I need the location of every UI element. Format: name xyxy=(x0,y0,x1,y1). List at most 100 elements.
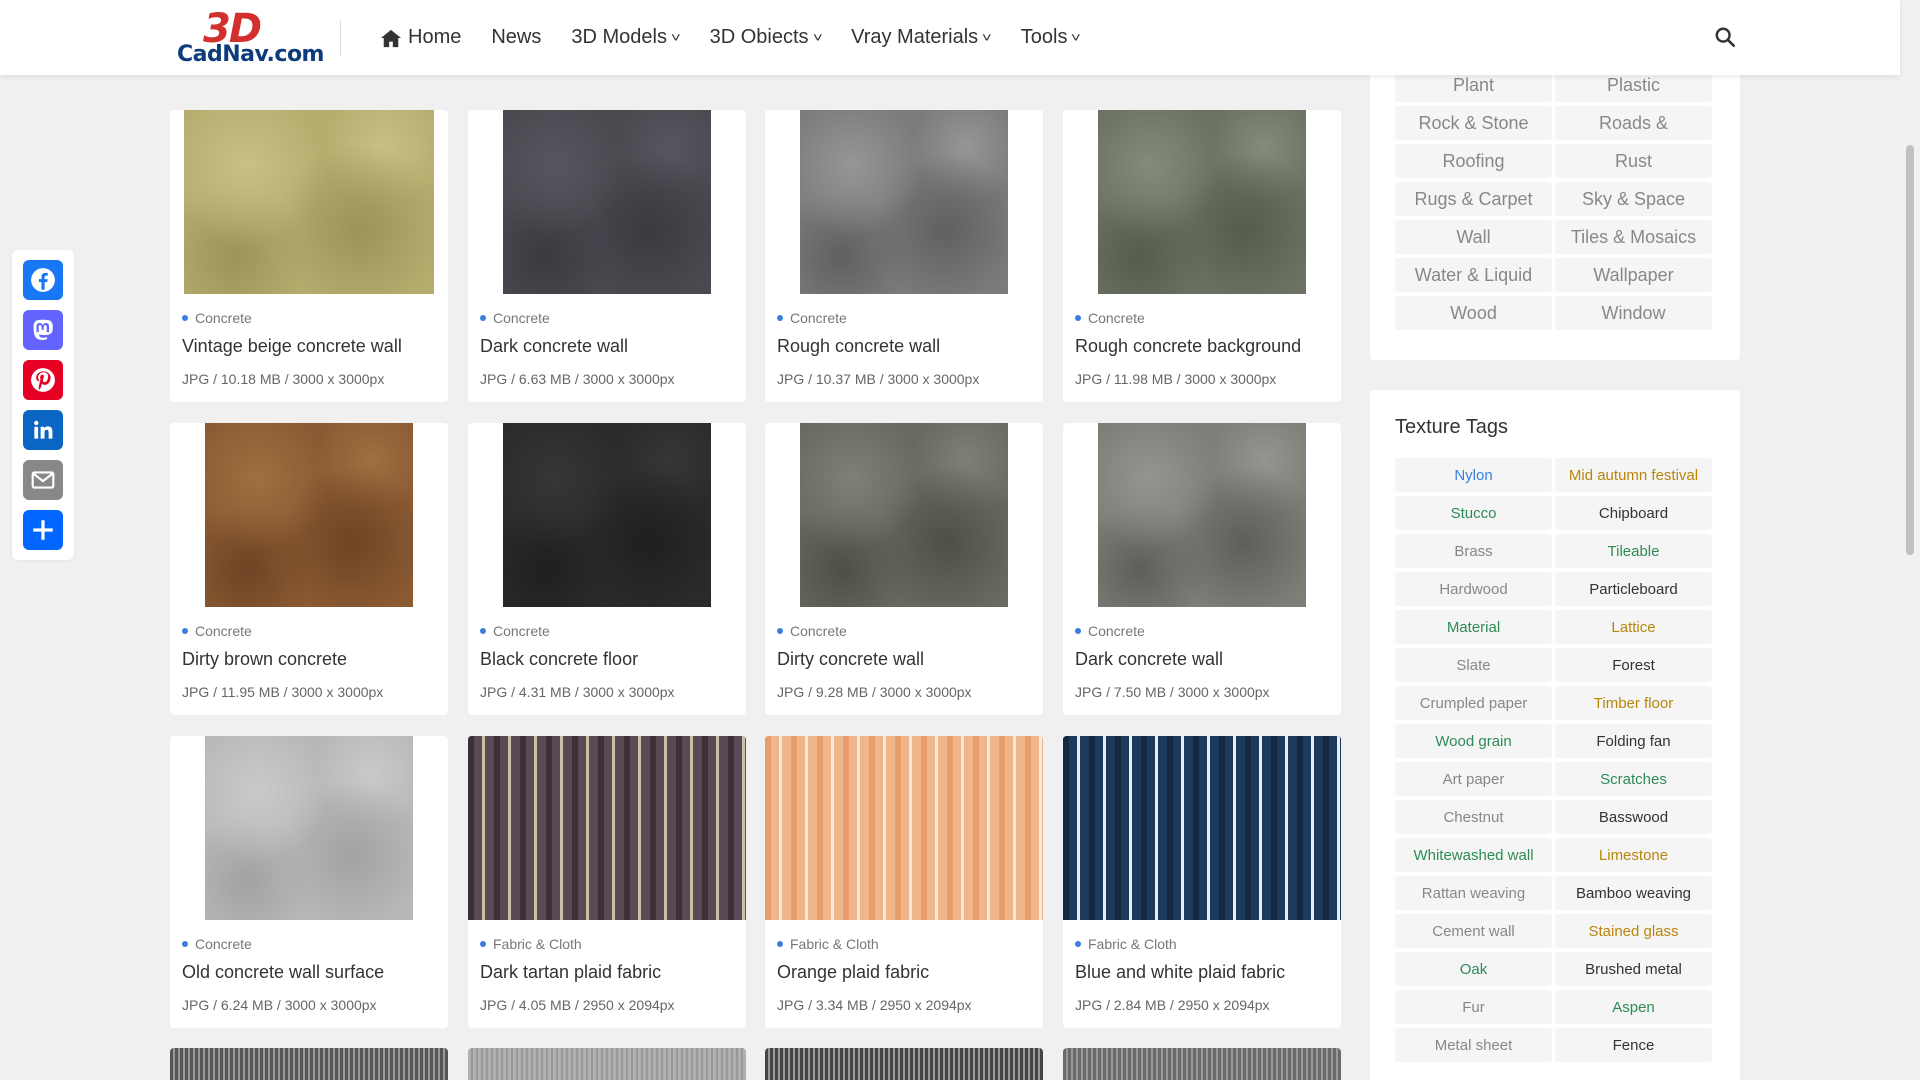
tag-material[interactable]: Material xyxy=(1395,610,1552,644)
texture-thumbnail[interactable] xyxy=(800,110,1008,294)
nav-item-vray-materials[interactable]: Vray Materials ˅ xyxy=(851,26,992,49)
share-share-button[interactable] xyxy=(23,510,63,550)
tag-whitewashed-wall[interactable]: Whitewashed wall xyxy=(1395,838,1552,872)
card-title[interactable]: Dark concrete wall xyxy=(1075,649,1223,670)
card-title[interactable]: Rough concrete wall xyxy=(777,336,940,357)
share-facebook-button[interactable] xyxy=(23,260,63,300)
nav-item-3d-obiects[interactable]: 3D Obiects ˅ xyxy=(710,26,823,49)
tag-aspen[interactable]: Aspen xyxy=(1555,990,1712,1024)
card-title[interactable]: Orange plaid fabric xyxy=(777,962,929,983)
tag-nylon[interactable]: Nylon xyxy=(1395,458,1552,492)
texture-card[interactable]: Concrete Dirty concrete wall JPG / 9.28 MB… xyxy=(765,423,1043,715)
texture-card[interactable]: Concrete Rough concrete wall JPG / 10.37 M… xyxy=(765,110,1043,402)
card-title[interactable]: Blue and white plaid fabric xyxy=(1075,962,1285,983)
tag-metal-sheet[interactable]: Metal sheet xyxy=(1395,1028,1552,1062)
tag-tileable[interactable]: Tileable xyxy=(1555,534,1712,568)
tag-chipboard[interactable]: Chipboard xyxy=(1555,496,1712,530)
share-pinterest-button[interactable] xyxy=(23,360,63,400)
texture-card[interactable]: Concrete Vintage beige concrete wall JPG /… xyxy=(170,110,448,402)
share-linkedin-button[interactable] xyxy=(23,410,63,450)
tag-art-paper[interactable]: Art paper xyxy=(1395,762,1552,796)
nav-item-tools[interactable]: Tools ˅ xyxy=(1021,26,1081,49)
tag-cement-wall[interactable]: Cement wall xyxy=(1395,914,1552,948)
card-category[interactable]: Concrete xyxy=(1075,623,1145,639)
texture-card[interactable]: Fabric & Cloth Dark tartan plaid fabric JP… xyxy=(468,736,746,1028)
card-category[interactable]: Concrete xyxy=(182,936,252,952)
card-category[interactable]: Concrete xyxy=(777,623,847,639)
card-category[interactable]: Concrete xyxy=(777,310,847,326)
tag-rattan-weaving[interactable]: Rattan weaving xyxy=(1395,876,1552,910)
card-title[interactable]: Dark tartan plaid fabric xyxy=(480,962,661,983)
texture-card[interactable]: Concrete Old concrete wall surface JPG / 6… xyxy=(170,736,448,1028)
card-title[interactable]: Dirty concrete wall xyxy=(777,649,924,670)
tag-oak[interactable]: Oak xyxy=(1395,952,1552,986)
category-wall[interactable]: Wall xyxy=(1395,220,1552,254)
category-wallpaper[interactable]: Wallpaper xyxy=(1555,258,1712,292)
tag-stucco[interactable]: Stucco xyxy=(1395,496,1552,530)
card-category[interactable]: Concrete xyxy=(480,623,550,639)
card-category[interactable]: Fabric & Cloth xyxy=(1075,936,1177,952)
tag-particleboard[interactable]: Particleboard xyxy=(1555,572,1712,606)
texture-card[interactable]: Concrete Dark concrete wall JPG / 6.63 MB … xyxy=(468,110,746,402)
tag-slate[interactable]: Slate xyxy=(1395,648,1552,682)
category-wood[interactable]: Wood xyxy=(1395,296,1552,330)
texture-card[interactable]: Concrete Black concrete floor JPG / 4.31 M… xyxy=(468,423,746,715)
texture-card-partial[interactable] xyxy=(1063,1048,1341,1080)
texture-card[interactable]: Concrete Dirty brown concrete JPG / 11.95 … xyxy=(170,423,448,715)
texture-thumbnail[interactable] xyxy=(503,110,711,294)
category-water-liquid[interactable]: Water & Liquid xyxy=(1395,258,1552,292)
card-category[interactable]: Concrete xyxy=(480,310,550,326)
tag-fur[interactable]: Fur xyxy=(1395,990,1552,1024)
nav-item-3d-models[interactable]: 3D Models ˅ xyxy=(571,26,680,49)
nav-item-home[interactable]: Home xyxy=(380,26,461,49)
category-window[interactable]: Window xyxy=(1555,296,1712,330)
texture-thumbnail[interactable] xyxy=(468,736,746,920)
tag-lattice[interactable]: Lattice xyxy=(1555,610,1712,644)
texture-card-partial[interactable] xyxy=(765,1048,1043,1080)
category-rust[interactable]: Rust xyxy=(1555,144,1712,178)
texture-thumbnail[interactable] xyxy=(503,423,711,607)
search-icon[interactable] xyxy=(1714,26,1736,48)
texture-thumbnail[interactable] xyxy=(1098,423,1306,607)
card-title[interactable]: Vintage beige concrete wall xyxy=(182,336,402,357)
card-title[interactable]: Dirty brown concrete xyxy=(182,649,347,670)
tag-timber-floor[interactable]: Timber floor xyxy=(1555,686,1712,720)
texture-thumbnail[interactable] xyxy=(800,423,1008,607)
card-category[interactable]: Fabric & Cloth xyxy=(777,936,879,952)
tag-limestone[interactable]: Limestone xyxy=(1555,838,1712,872)
tag-brushed-metal[interactable]: Brushed metal xyxy=(1555,952,1712,986)
texture-card-partial[interactable] xyxy=(170,1048,448,1080)
category-roofing[interactable]: Roofing xyxy=(1395,144,1552,178)
tag-hardwood[interactable]: Hardwood xyxy=(1395,572,1552,606)
card-category[interactable]: Concrete xyxy=(1075,310,1145,326)
tag-mid-autumn-festival[interactable]: Mid autumn festival xyxy=(1555,458,1712,492)
tag-chestnut[interactable]: Chestnut xyxy=(1395,800,1552,834)
texture-card[interactable]: Fabric & Cloth Blue and white plaid fabri… xyxy=(1063,736,1341,1028)
category-roads[interactable]: Roads & xyxy=(1555,106,1712,140)
texture-card[interactable]: Concrete Rough concrete background JPG / 1… xyxy=(1063,110,1341,402)
texture-thumbnail[interactable] xyxy=(765,736,1043,920)
card-title[interactable]: Old concrete wall surface xyxy=(182,962,384,983)
category-rugs-carpet[interactable]: Rugs & Carpet xyxy=(1395,182,1552,216)
share-email-button[interactable] xyxy=(23,460,63,500)
card-category[interactable]: Concrete xyxy=(182,623,252,639)
texture-card[interactable]: Fabric & Cloth Orange plaid fabric JPG / 3… xyxy=(765,736,1043,1028)
tag-bamboo-weaving[interactable]: Bamboo weaving xyxy=(1555,876,1712,910)
card-category[interactable]: Fabric & Cloth xyxy=(480,936,582,952)
texture-thumbnail[interactable] xyxy=(205,736,413,920)
category-sky-space[interactable]: Sky & Space xyxy=(1555,182,1712,216)
texture-card-partial[interactable] xyxy=(468,1048,746,1080)
tag-crumpled-paper[interactable]: Crumpled paper xyxy=(1395,686,1552,720)
tag-folding-fan[interactable]: Folding fan xyxy=(1555,724,1712,758)
category-rock-stone[interactable]: Rock & Stone xyxy=(1395,106,1552,140)
tag-fence[interactable]: Fence xyxy=(1555,1028,1712,1062)
card-title[interactable]: Rough concrete background xyxy=(1075,336,1301,357)
category-tiles-mosaics[interactable]: Tiles & Mosaics xyxy=(1555,220,1712,254)
texture-thumbnail[interactable] xyxy=(1098,110,1306,294)
page-scrollbar[interactable] xyxy=(1900,0,1920,1080)
texture-thumbnail[interactable] xyxy=(1063,736,1341,920)
tag-wood-grain[interactable]: Wood grain xyxy=(1395,724,1552,758)
tag-brass[interactable]: Brass xyxy=(1395,534,1552,568)
texture-thumbnail[interactable] xyxy=(205,423,413,607)
texture-card[interactable]: Concrete Dark concrete wall JPG / 7.50 MB … xyxy=(1063,423,1341,715)
